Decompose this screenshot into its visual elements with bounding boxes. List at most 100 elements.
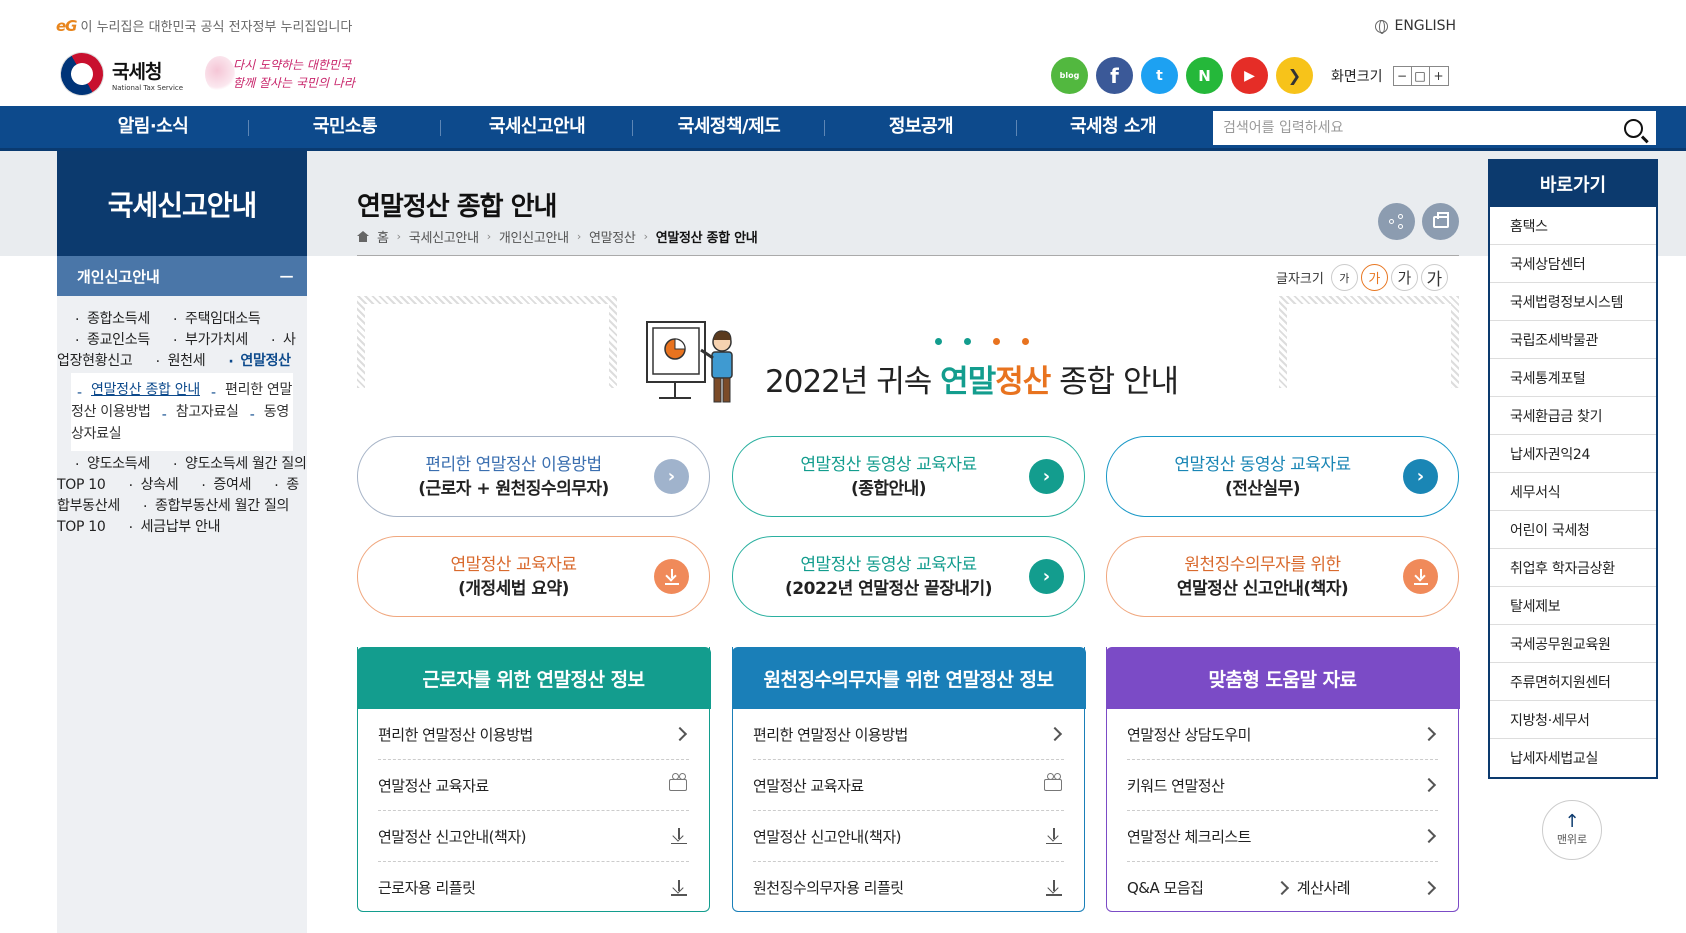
chevron-right-icon: › (643, 230, 648, 243)
font-size-label: 글자크기 (1276, 272, 1324, 287)
calc-example-link[interactable]: 계산사례 (1297, 877, 1438, 898)
zoom-out-button[interactable]: − (1394, 67, 1412, 85)
pill-video-2022[interactable]: 연말정산 동영상 교육자료 (2022년 연말정산 끝장내기) › (732, 536, 1085, 617)
kakao-story-icon[interactable]: ❯ (1276, 57, 1313, 94)
font-size-large-button[interactable]: 가 (1390, 264, 1418, 291)
quick-link[interactable]: 탈세제보 (1490, 587, 1656, 625)
pill-video-overview[interactable]: 연말정산 동영상 교육자료 (종합안내) › (732, 436, 1085, 517)
quick-link[interactable]: 세무서식 (1490, 473, 1656, 511)
lnb-subitem-overview[interactable]: 연말정산 종합 안내 (71, 378, 200, 402)
box-row-label: 근로자용 리플릿 (378, 879, 476, 897)
share-icon (1388, 213, 1405, 230)
quick-link[interactable]: 국세공무원교육원 (1490, 625, 1656, 663)
gnb-item-disclosure[interactable]: 정보공개 (825, 106, 1017, 148)
breadcrumb-item[interactable]: 국세신고안내 (409, 227, 479, 246)
box-row[interactable]: 편리한 연말정산 이용방법 (378, 709, 689, 760)
pill-convenient-guide[interactable]: 편리한 연말정산 이용방법 (근로자 + 원천징수의무자) › (357, 436, 710, 517)
quick-link[interactable]: 국세환급금 찾기 (1490, 397, 1656, 435)
gnb-item-communication[interactable]: 국민소통 (249, 106, 441, 148)
box-row-label: 연말정산 신고안내(책자) (378, 827, 526, 846)
chevron-right-icon (672, 726, 688, 742)
quick-link[interactable]: 국세통계포털 (1490, 359, 1656, 397)
zoom-in-button[interactable]: + (1430, 67, 1448, 85)
quick-link[interactable]: 국세법령정보시스템 (1490, 283, 1656, 321)
print-button[interactable] (1422, 203, 1459, 240)
box-title: 근로자를 위한 연말정산 정보 (356, 647, 711, 709)
quick-link[interactable]: 납세자권익24 (1490, 435, 1656, 473)
naver-post-icon[interactable]: N (1186, 57, 1223, 94)
gnb-item-tax-policy[interactable]: 국세정책/제도 (633, 106, 825, 148)
video-camera-icon (669, 773, 687, 791)
pill-subtitle: (근로자 + 원천징수의무자) (418, 478, 609, 499)
lnb-item-year-end[interactable]: 연말정산 (210, 346, 291, 376)
lnb-subitem[interactable]: 참고자료실 (156, 400, 239, 424)
scroll-to-top-button[interactable]: ↑ 맨위로 (1542, 800, 1602, 860)
download-icon (1046, 828, 1062, 844)
gnb-item-about[interactable]: 국세청 소개 (1017, 106, 1209, 148)
font-size-small-button[interactable]: 가 (1330, 264, 1358, 291)
box-row[interactable]: 근로자용 리플릿 (378, 862, 689, 913)
help-materials-box: 맞춤형 도움말 자료 연말정산 상담도우미 키워드 연말정산 연말정산 체크리스… (1105, 647, 1460, 912)
qa-collection-link[interactable]: Q&A 모음집 (1127, 877, 1291, 898)
box-row[interactable]: 원천징수의무자용 리플릿 (753, 862, 1064, 913)
arrow-up-icon: ↑ (1564, 811, 1580, 832)
arrow-right-icon: › (654, 459, 689, 494)
youtube-icon[interactable]: ▶ (1231, 57, 1268, 94)
search-button[interactable] (1613, 112, 1653, 144)
quick-link[interactable]: 홈택스 (1490, 207, 1656, 245)
lnb-title: 국세신고안내 (57, 151, 307, 256)
gnb-item-tax-filing[interactable]: 국세신고안내 (441, 106, 633, 148)
quick-link[interactable]: 국세상담센터 (1490, 245, 1656, 283)
pill-title: 원천징수의무자를 위한 (1184, 554, 1341, 575)
box-row[interactable]: 연말정산 체크리스트 (1127, 811, 1438, 862)
box-row[interactable]: 연말정산 신고안내(책자) (378, 811, 689, 862)
english-link[interactable]: ENGLISH (1375, 18, 1456, 34)
box-row[interactable]: 연말정산 상담도우미 (1127, 709, 1438, 760)
chevron-right-icon (1421, 726, 1437, 742)
download-icon (671, 879, 687, 896)
box-row[interactable]: 연말정산 교육자료 (753, 760, 1064, 811)
presenter-illustration-icon (646, 321, 733, 403)
breadcrumb-home[interactable]: 홈 (377, 227, 389, 246)
font-size-xlarge-button[interactable]: 가 (1420, 264, 1448, 291)
lnb-item[interactable]: 원천세 (138, 346, 206, 376)
quick-link[interactable]: 어린이 국세청 (1490, 511, 1656, 549)
quick-link[interactable]: 취업후 학자금상환 (1490, 549, 1656, 587)
twitter-icon[interactable]: t (1141, 57, 1178, 94)
search-input[interactable] (1213, 112, 1613, 144)
chevron-right-icon (1047, 726, 1063, 742)
quick-link[interactable]: 국립조세박물관 (1490, 321, 1656, 359)
box-row[interactable]: 키워드 연말정산 (1127, 760, 1438, 811)
share-button[interactable] (1378, 203, 1415, 240)
site-logo[interactable]: 국세청 National Tax Service 다시 도약하는 대한민국 함께… (51, 43, 355, 105)
pill-video-practice[interactable]: 연말정산 동영상 교육자료 (전산실무) › (1106, 436, 1459, 517)
chevron-right-icon (1421, 777, 1437, 793)
breadcrumb-item[interactable]: 연말정산 (589, 227, 636, 246)
quick-link[interactable]: 지방청·세무서 (1490, 701, 1656, 739)
box-row[interactable]: 편리한 연말정산 이용방법 (753, 709, 1064, 760)
zoom-reset-button[interactable]: □ (1412, 67, 1430, 85)
box-row-label: 편리한 연말정산 이용방법 (378, 725, 533, 744)
box-row[interactable]: 연말정산 교육자료 (378, 760, 689, 811)
box-row[interactable]: 연말정산 신고안내(책자) (753, 811, 1064, 862)
lnb-sub-toggle[interactable]: 개인신고안내 − (57, 256, 307, 296)
facebook-icon[interactable]: f (1096, 57, 1133, 94)
lnb-menu: 종합소득세 주택임대소득 종교인소득 부가가치세 사업장현황신고 원천세 연말정… (57, 296, 307, 933)
quick-link[interactable]: 납세자세법교실 (1490, 739, 1656, 777)
blog-icon[interactable]: blog (1051, 57, 1088, 94)
quick-link[interactable]: 주류면허지원센터 (1490, 663, 1656, 701)
pill-subtitle: (개정세법 요약) (458, 578, 569, 599)
pill-training-material[interactable]: 연말정산 교육자료 (개정세법 요약) (357, 536, 710, 617)
hero-title-prefix: 2022년 귀속 (765, 364, 941, 400)
font-size-normal-button[interactable]: 가 (1360, 264, 1388, 291)
box-row-label: 연말정산 상담도우미 (1127, 725, 1251, 744)
box-row-label: 키워드 연말정산 (1127, 776, 1225, 795)
main-navigation: 알림·소식 국민소통 국세신고안내 국세정책/제도 정보공개 국세청 소개 (0, 106, 1686, 151)
gnb-item-news[interactable]: 알림·소식 (57, 106, 249, 148)
lnb-item[interactable]: 세금납부 안내 (111, 512, 221, 542)
pill-withholding-booklet[interactable]: 원천징수의무자를 위한 연말정산 신고안내(책자) (1106, 536, 1459, 617)
breadcrumb-item[interactable]: 개인신고안내 (499, 227, 569, 246)
pill-subtitle: 연말정산 신고안내(책자) (1176, 578, 1349, 599)
arrow-right-icon: › (1403, 459, 1438, 494)
box-list: 편리한 연말정산 이용방법 연말정산 교육자료 연말정산 신고안내(책자) 근로… (358, 709, 709, 913)
